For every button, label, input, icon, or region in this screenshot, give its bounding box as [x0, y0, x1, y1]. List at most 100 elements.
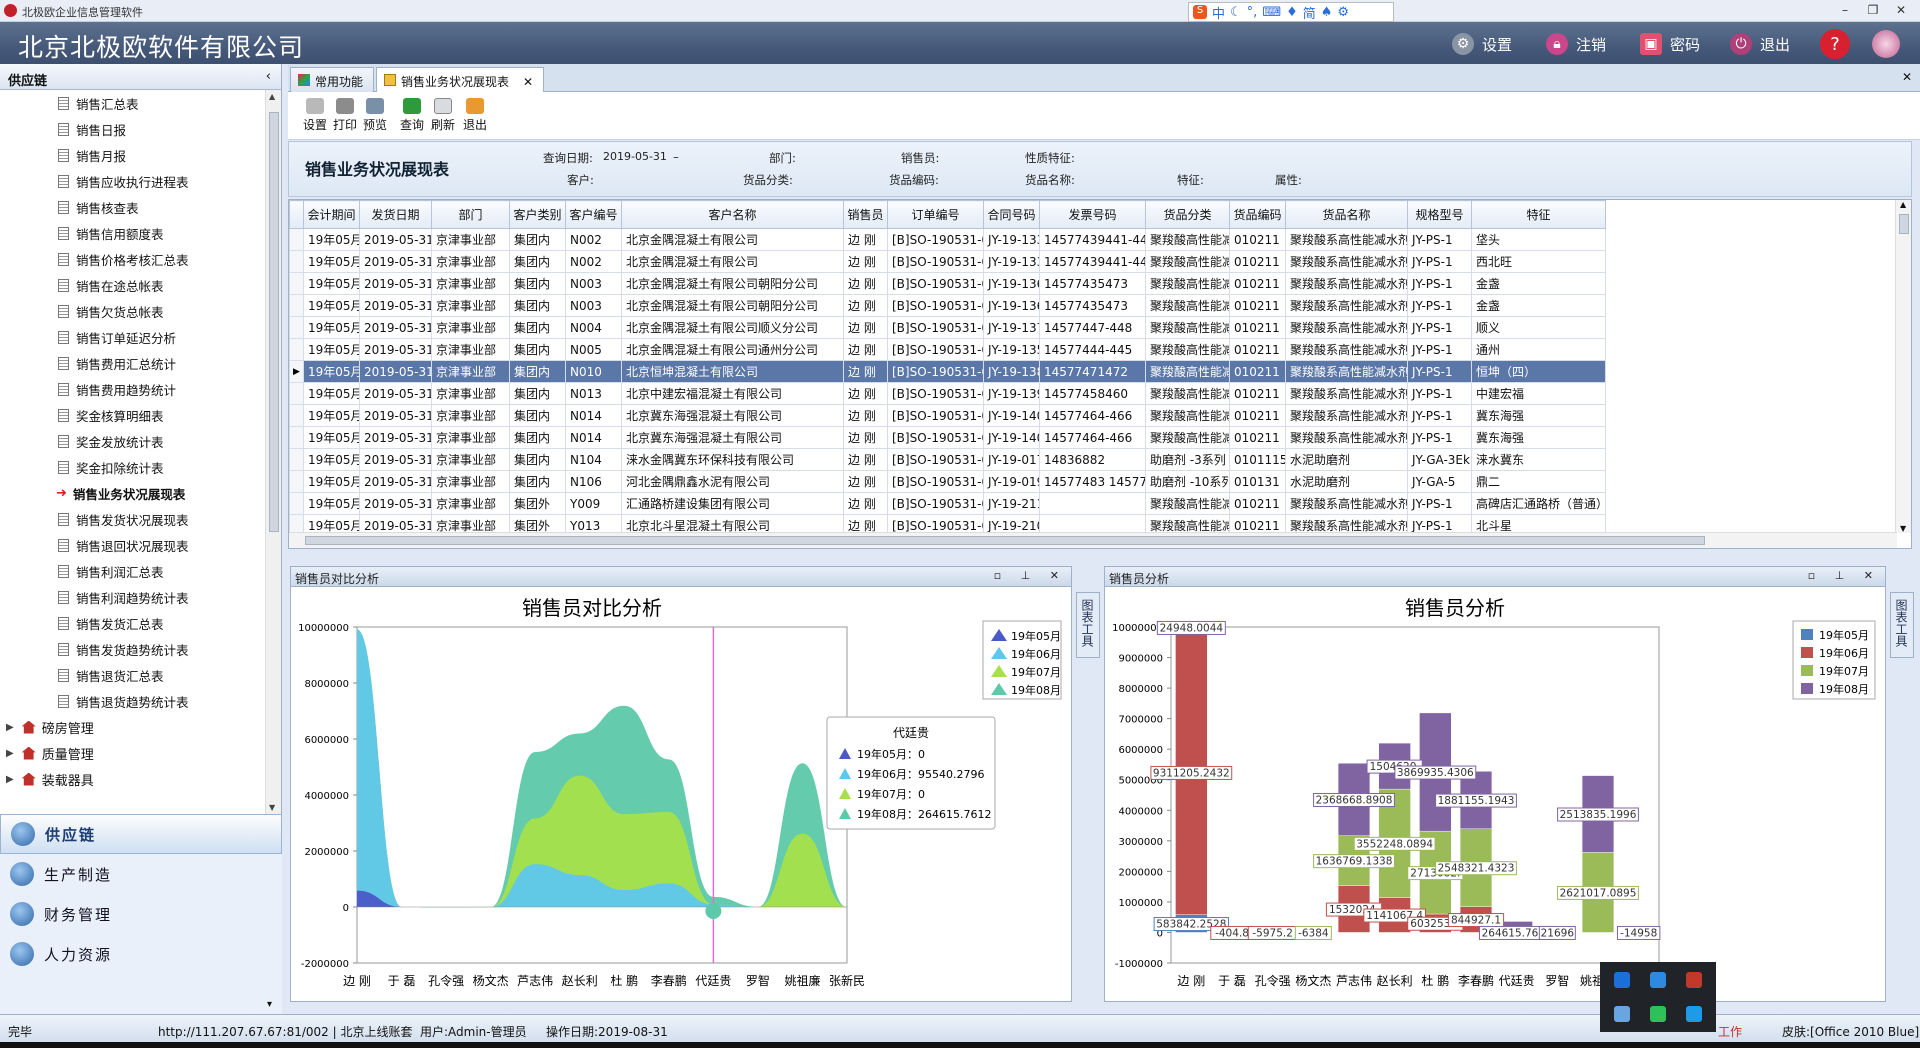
- sidebar-item[interactable]: ➜ 销售业务状况展现表: [0, 480, 266, 506]
- ime-toolbar[interactable]: S 中 ☾ °, ⌨ ♦ 简 ♠ ⚙: [1188, 2, 1394, 22]
- collapse-sidebar-icon[interactable]: ‹: [266, 69, 271, 84]
- table-row[interactable]: 19年05月 2019-05-31 京津事业部 集团内 N003 北京金隅混凝土有限公司朝…: [289, 294, 1606, 317]
- table-row[interactable]: 19年05月 2019-05-31 京津事业部 集团内 N013 北京中建宏福混凝土有限公…: [289, 382, 1606, 405]
- chevron-down-icon[interactable]: ▾: [267, 999, 272, 1010]
- mic-icon[interactable]: ♦: [1286, 5, 1298, 20]
- column-header[interactable]: 货品名称: [1285, 200, 1408, 229]
- sidebar-item[interactable]: 销售价格考核汇总表: [0, 246, 266, 272]
- column-header[interactable]: 规格型号: [1407, 200, 1472, 229]
- qq-icon[interactable]: [1686, 1006, 1702, 1022]
- table-row[interactable]: 19年05月 2019-05-31 京津事业部 集团内 N004 北京金隅混凝土有限公司顺…: [289, 316, 1606, 339]
- sidebar-group[interactable]: ▶ 装载器具: [0, 766, 266, 792]
- expand-icon[interactable]: ▶: [6, 774, 14, 785]
- bluetooth-icon[interactable]: [1614, 972, 1630, 988]
- column-header[interactable]: 发票号码: [1039, 200, 1146, 229]
- nav-finance[interactable]: 财务管理: [0, 894, 282, 934]
- toolbar-query-button[interactable]: 查询: [397, 98, 427, 133]
- table-row[interactable]: 19年05月 2019-05-31 京津事业部 集团内 N014 北京冀东海强混凝土有限公…: [289, 404, 1606, 427]
- nav-supply-chain[interactable]: 供应链: [0, 814, 282, 854]
- sidebar-item[interactable]: 销售欠货总帐表: [0, 298, 266, 324]
- date-value[interactable]: 2019-05-31: [603, 150, 667, 163]
- sidebar-item[interactable]: 销售费用趋势统计: [0, 376, 266, 402]
- sidebar-item[interactable]: 销售退回状况展现表: [0, 532, 266, 558]
- table-row[interactable]: 19年05月 2019-05-31 京津事业部 集团内 N104 涞水金隅冀东环保科技有限…: [289, 448, 1606, 471]
- table-row[interactable]: ▶ 19年05月 2019-05-31 京津事业部 集团内 N010 北京恒坤混凝土有限公司…: [289, 360, 1606, 383]
- chart-tools-tab-right[interactable]: 图表工具: [1890, 592, 1914, 658]
- status-skin[interactable]: 皮肤:[Office 2010 Blue]: [1782, 1023, 1919, 1040]
- sidebar-item[interactable]: 销售核查表: [0, 194, 266, 220]
- column-header[interactable]: 特征: [1471, 200, 1606, 229]
- table-row[interactable]: 19年05月 2019-05-31 京津事业部 集团内 N005 北京金隅混凝土有限公司通…: [289, 338, 1606, 361]
- table-row[interactable]: 19年05月 2019-05-31 京津事业部 集团内 N002 北京金隅混凝土有限公司边…: [289, 228, 1606, 251]
- ime-settings-icon[interactable]: ⚙: [1337, 5, 1349, 20]
- ime-mode[interactable]: 简: [1303, 3, 1316, 22]
- sidebar-item[interactable]: 销售在途总帐表: [0, 272, 266, 298]
- network-icon[interactable]: [1614, 1006, 1630, 1022]
- grid-vscrollbar[interactable]: ▲ ▼: [1895, 200, 1911, 533]
- column-header[interactable]: 部门: [431, 200, 510, 229]
- close-all-icon[interactable]: ✕: [1902, 70, 1912, 84]
- sidebar-item[interactable]: 奖金发放统计表: [0, 428, 266, 454]
- table-row[interactable]: 19年05月 2019-05-31 京津事业部 集团内 N106 河北金隅鼎鑫水泥有限公司…: [289, 470, 1606, 493]
- table-row[interactable]: 19年05月 2019-05-31 京津事业部 集团内 N014 北京冀东海强混凝土有限公…: [289, 426, 1606, 449]
- tab-common-functions[interactable]: 常用功能: [290, 67, 375, 92]
- chart-tools-tab[interactable]: 图表工具: [1076, 592, 1100, 658]
- user-avatar[interactable]: [1872, 30, 1908, 58]
- minimize-button[interactable]: –: [1834, 2, 1856, 18]
- password-button[interactable]: ▣ 密码: [1640, 30, 1700, 58]
- grid-hscrollbar[interactable]: [289, 532, 1897, 548]
- sidebar-item[interactable]: 销售利润汇总表: [0, 558, 266, 584]
- column-header[interactable]: 销售员: [843, 200, 888, 229]
- toolbar-settings-button[interactable]: 设置: [300, 98, 330, 133]
- column-header[interactable]: 客户类别: [509, 200, 566, 229]
- close-tab-icon[interactable]: ✕: [523, 75, 533, 89]
- table-row[interactable]: 19年05月 2019-05-31 京津事业部 集团外 Y009 汇通路桥建设集团有限公司…: [289, 492, 1606, 515]
- sidebar-item[interactable]: 销售月报: [0, 142, 266, 168]
- sidebar-item[interactable]: 销售应收执行进程表: [0, 168, 266, 194]
- nav-hr[interactable]: 人力资源: [0, 934, 282, 974]
- sidebar-item[interactable]: 销售费用汇总统计: [0, 350, 266, 376]
- sidebar-item[interactable]: 销售日报: [0, 116, 266, 142]
- sidebar-item[interactable]: 奖金扣除统计表: [0, 454, 266, 480]
- logout-button[interactable]: 🔒︎ 注销: [1546, 30, 1606, 58]
- wechat-icon[interactable]: [1650, 1006, 1666, 1022]
- ime-lang[interactable]: 中: [1212, 3, 1225, 22]
- punct-icon[interactable]: °,: [1247, 5, 1258, 20]
- tab-sales-status-report[interactable]: 销售业务状况展现表 ✕: [376, 67, 545, 92]
- sidebar-item[interactable]: 销售退货汇总表: [0, 662, 266, 688]
- sidebar-item[interactable]: 销售信用额度表: [0, 220, 266, 246]
- column-header[interactable]: 订单编号: [887, 200, 984, 229]
- panel-window-buttons[interactable]: ▫ ⊥ ✕: [1808, 569, 1881, 582]
- thunder-icon[interactable]: [1650, 972, 1666, 988]
- sidebar-item[interactable]: 销售发货状况展现表: [0, 506, 266, 532]
- menu-tree-scrollbar[interactable]: ▲ ▼: [265, 90, 281, 814]
- sidebar-group[interactable]: ▶ 质量管理: [0, 740, 266, 766]
- sidebar-item[interactable]: 销售发货汇总表: [0, 610, 266, 636]
- sidebar-item[interactable]: 销售汇总表: [0, 90, 266, 116]
- toolbar-exit-button[interactable]: 退出: [460, 98, 490, 133]
- exit-button[interactable]: ⏻ 退出: [1730, 30, 1790, 58]
- shirt-icon[interactable]: ♠: [1321, 5, 1333, 20]
- security-icon[interactable]: [1686, 972, 1702, 988]
- toolbar-refresh-button[interactable]: 刷新: [428, 98, 458, 133]
- moon-icon[interactable]: ☾: [1230, 5, 1242, 20]
- expand-icon[interactable]: ▶: [6, 748, 14, 759]
- column-header[interactable]: 客户编号: [565, 200, 622, 229]
- column-header[interactable]: 货品编码: [1229, 200, 1286, 229]
- table-row[interactable]: 19年05月 2019-05-31 京津事业部 集团内 N003 北京金隅混凝土有限公司朝…: [289, 272, 1606, 295]
- sidebar-item[interactable]: 销售发货趋势统计表: [0, 636, 266, 662]
- restore-button[interactable]: ❐: [1862, 2, 1884, 18]
- sidebar-item[interactable]: 奖金核算明细表: [0, 402, 266, 428]
- column-header[interactable]: 会计期间: [303, 200, 360, 229]
- table-row[interactable]: 19年05月 2019-05-31 京津事业部 集团内 N002 北京金隅混凝土有限公司边…: [289, 250, 1606, 273]
- nav-manufacturing[interactable]: 生产制造: [0, 854, 282, 894]
- keyboard-icon[interactable]: ⌨: [1262, 5, 1281, 20]
- sidebar-item[interactable]: 销售退货趋势统计表: [0, 688, 266, 714]
- sidebar-group[interactable]: ▶ 磅房管理: [0, 714, 266, 740]
- sidebar-item[interactable]: 销售利润趋势统计表: [0, 584, 266, 610]
- column-header[interactable]: 合同号码: [983, 200, 1040, 229]
- expand-icon[interactable]: ▶: [6, 722, 14, 733]
- column-header[interactable]: 货品分类: [1145, 200, 1230, 229]
- settings-button[interactable]: ⚙ 设置: [1452, 30, 1512, 58]
- column-header[interactable]: 客户名称: [621, 200, 844, 229]
